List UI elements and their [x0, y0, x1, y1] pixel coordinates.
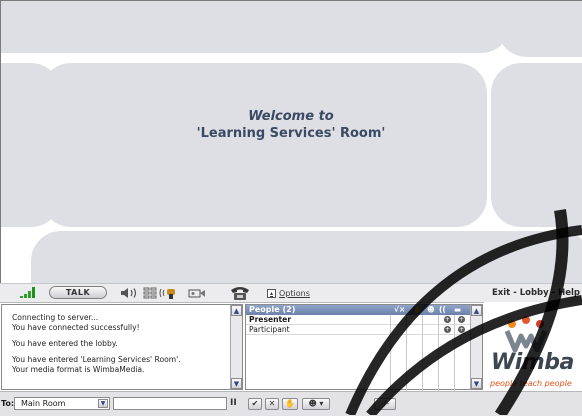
presentation-area: Welcome to 'Learning Services' Room': [0, 0, 582, 283]
chat-message: You have connected successfully!: [12, 323, 140, 332]
scroll-up-button[interactable]: ▲: [471, 305, 482, 316]
chat-log: Connecting to server... You have connect…: [12, 313, 232, 375]
wimba-logo-area: Wimba people teach people: [484, 302, 582, 391]
options-checkbox[interactable]: ▴: [267, 288, 276, 298]
chat-scrollbar[interactable]: ▲ ▼: [230, 305, 242, 389]
background-tile: [491, 63, 582, 227]
chat-input-bar: To: Main Room ▼ II ✔ ✕ ✋ ☻ ▾ -/-: [0, 391, 582, 416]
check-button[interactable]: ✔: [248, 398, 262, 410]
speaker-icon[interactable]: [120, 287, 140, 299]
participant-add-icon[interactable]: +: [444, 326, 451, 333]
cross-button[interactable]: ✕: [265, 398, 279, 410]
talk-button[interactable]: TALK: [49, 286, 107, 299]
telephone-icon[interactable]: [229, 285, 251, 301]
audio-level-icon: [143, 287, 157, 299]
media-toolbar: TALK ▴ Options Exit - Lobby - Help: [0, 283, 582, 303]
hand-raise-icon: ✋: [413, 305, 423, 314]
welcome-room-name: 'Learning Services' Room': [196, 126, 386, 141]
attendance-icon: √×: [394, 305, 406, 314]
scroll-down-button[interactable]: ▼: [231, 378, 242, 389]
chevron-down-icon[interactable]: ▼: [98, 399, 108, 408]
wimba-wordmark: Wimba: [491, 350, 574, 375]
emoticon-icon: ☻: [427, 305, 435, 314]
scroll-down-button[interactable]: ▼: [471, 378, 482, 389]
people-header: People (2) √× ✋ ☻ (( ▬: [246, 305, 471, 315]
presenter-add-icon[interactable]: +: [444, 316, 451, 323]
background-tile: [1, 1, 511, 53]
hand-mic-icon[interactable]: [159, 287, 181, 299]
options-link[interactable]: ▴ Options: [267, 284, 310, 302]
welcome-line1: Welcome to: [248, 109, 334, 124]
scroll-up-button[interactable]: ▲: [231, 305, 242, 316]
participant-add-icon[interactable]: +: [458, 326, 465, 333]
mic-icon: ((: [439, 305, 446, 314]
people-panel: People (2) √× ✋ ☻ (( ▬ Presenter + + Par…: [245, 304, 483, 391]
video-camera-icon[interactable]: [188, 287, 206, 299]
signal-strength-icon: [20, 284, 36, 302]
people-title: People (2): [249, 305, 296, 314]
background-tile: [41, 63, 487, 227]
chat-message: You have entered the lobby.: [12, 339, 118, 348]
chat-message: You have entered 'Learning Services' Roo…: [12, 355, 181, 364]
room-select[interactable]: Main Room ▼: [14, 397, 110, 410]
people-scrollbar[interactable]: ▲ ▼: [470, 305, 482, 389]
options-label: Options: [279, 288, 310, 298]
room-select-value: Main Room: [21, 399, 66, 408]
participant-label: Participant: [249, 325, 290, 334]
raise-hand-button[interactable]: ✋: [282, 398, 298, 410]
chat-message: Your media format is WimbaMedia.: [12, 365, 145, 374]
background-tile: [497, 1, 582, 57]
welcome-message: Welcome to 'Learning Services' Room': [151, 108, 431, 142]
chat-panel: Connecting to server... You have connect…: [1, 304, 243, 390]
talk-label: TALK: [65, 288, 91, 297]
presenter-label: Presenter: [249, 315, 292, 324]
wimba-tagline: people teach people: [490, 379, 572, 388]
stopwatch-button[interactable]: -/-: [374, 398, 396, 410]
presenter-add-icon[interactable]: +: [458, 316, 465, 323]
background-tile: [31, 231, 582, 283]
emoticon-menu-button[interactable]: ☻ ▾: [302, 398, 330, 410]
wimba-logo-icon: [504, 316, 548, 352]
exit-lobby-help-links[interactable]: Exit - Lobby - Help: [492, 284, 580, 302]
to-label: To:: [1, 399, 15, 408]
chat-input[interactable]: [113, 397, 227, 410]
pause-button[interactable]: II: [230, 398, 237, 408]
chat-message: Connecting to server...: [12, 313, 99, 322]
video-icon: ▬: [454, 305, 462, 314]
